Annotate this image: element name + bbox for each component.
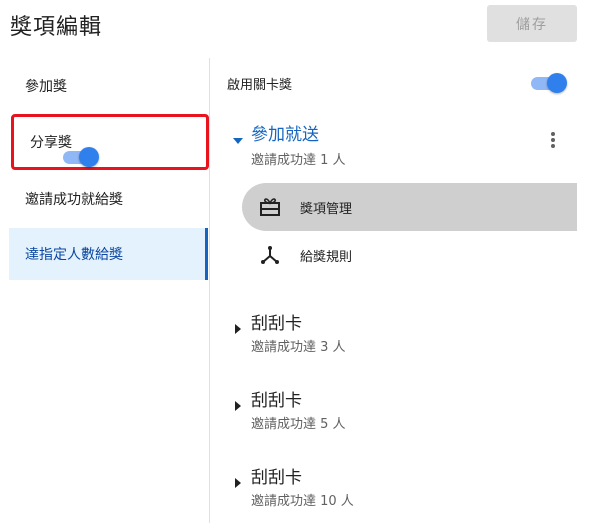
sub-item-award-rules[interactable]: 給獎規則: [242, 231, 577, 279]
sidebar-item-label: 達指定人數給獎: [25, 247, 123, 263]
award-group-title: 刮刮卡: [251, 391, 302, 411]
sidebar-item-invite-success[interactable]: 邀請成功就給獎: [9, 173, 208, 225]
award-group-subtitle: 邀請成功達 1 人: [251, 153, 346, 168]
expand-caret-icon[interactable]: [235, 478, 241, 488]
dot: [551, 138, 555, 142]
award-group-subtitle: 邀請成功達 5 人: [251, 417, 346, 432]
expand-caret-icon[interactable]: [233, 138, 243, 144]
page-title: 獎項編輯: [10, 15, 103, 40]
award-group-title: 刮刮卡: [251, 314, 302, 334]
toggle-thumb: [79, 147, 99, 167]
dot: [551, 144, 555, 148]
sidebar-item-share[interactable]: 分享獎: [11, 114, 209, 170]
enable-level-award-toggle[interactable]: [531, 73, 567, 93]
award-group-title: 參加就送: [251, 125, 319, 145]
sidebar-item-label: 參加獎: [25, 79, 67, 95]
sidebar-item-label: 邀請成功就給獎: [25, 192, 123, 208]
expand-caret-icon[interactable]: [235, 324, 241, 334]
toggle-thumb: [547, 73, 567, 93]
sub-item-award-management[interactable]: 獎項管理: [242, 183, 577, 231]
sidebar-item-participation[interactable]: 參加獎: [9, 60, 208, 112]
branch-icon: [261, 246, 279, 264]
award-group-title: 刮刮卡: [251, 468, 302, 488]
gift-card-icon: [260, 198, 280, 216]
enable-level-award-label: 啟用關卡獎: [227, 78, 293, 93]
sub-item-label: 給獎規則: [300, 249, 353, 265]
dot: [551, 132, 555, 136]
save-button[interactable]: 儲存: [487, 5, 577, 42]
award-group-subtitle: 邀請成功達 3 人: [251, 340, 346, 355]
sidebar-item-target-count[interactable]: 達指定人數給獎: [9, 228, 208, 280]
more-vert-icon[interactable]: [546, 130, 560, 150]
award-group-subtitle: 邀請成功達 10 人: [251, 494, 354, 509]
share-award-toggle[interactable]: [63, 147, 99, 167]
sub-item-label: 獎項管理: [300, 201, 353, 217]
expand-caret-icon[interactable]: [235, 401, 241, 411]
